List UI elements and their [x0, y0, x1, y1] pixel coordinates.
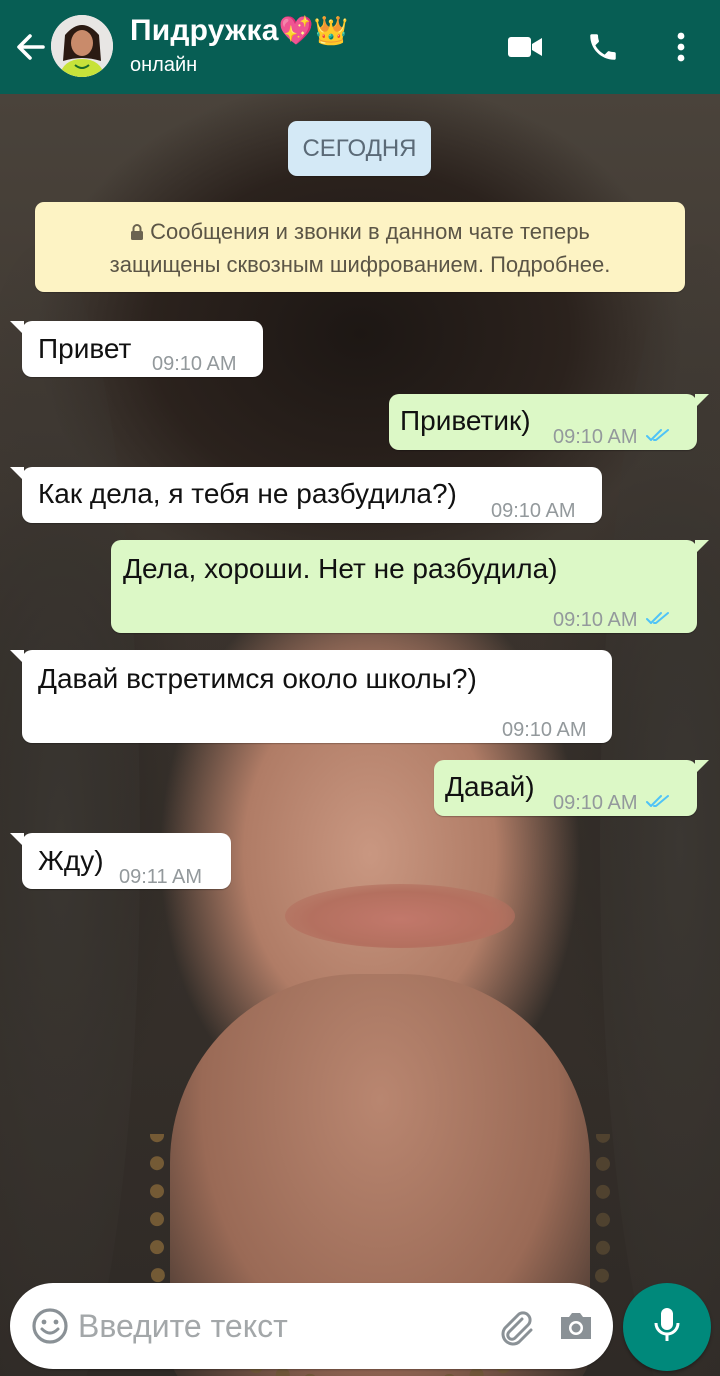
message-bubble-incoming[interactable]: Как дела, я тебя не разбудила?) 09:10 AM	[10, 467, 602, 523]
double-check-read-icon	[645, 786, 672, 820]
message-time: 09:10 AM	[152, 353, 237, 375]
message-bubble-incoming[interactable]: Привет 09:10 AM	[10, 321, 263, 377]
contact-avatar[interactable]	[51, 15, 113, 77]
contact-status: онлайн	[130, 54, 198, 76]
message-meta: 09:10 AM	[553, 786, 672, 820]
contact-name-emoji: 💖👑	[278, 14, 349, 47]
contact-title[interactable]: Пидружка💖👑 онлайн	[130, 12, 349, 78]
message-text: Приветик)	[400, 405, 531, 436]
message-time: 09:10 AM	[491, 500, 576, 522]
contact-name: Пидружка💖👑	[130, 14, 349, 47]
encryption-notice-line1: Сообщения и звонки в данном чате теперь	[150, 219, 590, 244]
message-text: Привет	[38, 333, 132, 364]
message-text: Давай)	[445, 771, 535, 802]
chat-header: Пидружка💖👑 онлайн	[0, 0, 720, 94]
message-bubble-outgoing[interactable]: Дела, хороши. Нет не разбудила) 09:10 AM	[111, 540, 709, 633]
microphone-icon	[652, 1305, 682, 1350]
message-bubble-outgoing[interactable]: Приветик) 09:10 AM	[389, 394, 709, 450]
message-meta: 09:10 AM	[553, 420, 672, 454]
attach-paperclip-icon[interactable]	[494, 1305, 536, 1347]
encryption-notice-line2: защищены сквозным шифрованием. Подробнее…	[109, 252, 611, 277]
microphone-button[interactable]	[623, 1283, 711, 1371]
message-text: Жду)	[38, 845, 104, 876]
message-meta: 09:10 AM	[553, 603, 672, 637]
message-text: Как дела, я тебя не разбудила?)	[38, 478, 457, 509]
message-input[interactable]	[78, 1303, 478, 1349]
emoji-icon[interactable]	[30, 1306, 70, 1346]
message-time: 09:11 AM	[119, 866, 203, 888]
message-bubble-incoming[interactable]: Давай встретимся около школы?) 09:10 AM	[10, 650, 612, 743]
message-text: Давай встретимся около школы?)	[38, 663, 477, 694]
message-bubble-incoming[interactable]: Жду) 09:11 AM	[10, 833, 231, 889]
back-arrow-icon[interactable]	[10, 27, 50, 67]
more-vertical-icon[interactable]	[659, 25, 703, 69]
message-time: 09:10 AM	[553, 609, 638, 631]
double-check-read-icon	[645, 603, 672, 637]
double-check-read-icon	[645, 420, 672, 454]
date-separator: СЕГОДНЯ	[288, 121, 431, 176]
message-bubble-outgoing[interactable]: Давай) 09:10 AM	[434, 760, 709, 816]
phone-icon[interactable]	[581, 25, 625, 69]
message-time: 09:10 AM	[553, 792, 638, 814]
message-time: 09:10 AM	[502, 719, 587, 741]
message-composer	[10, 1283, 613, 1369]
camera-icon[interactable]	[555, 1305, 597, 1347]
message-text: Дела, хороши. Нет не разбудила)	[123, 553, 558, 584]
video-call-icon[interactable]	[503, 25, 547, 69]
lock-icon	[130, 218, 144, 249]
message-time: 09:10 AM	[553, 426, 638, 448]
encryption-notice[interactable]: Сообщения и звонки в данном чате теперь …	[35, 202, 685, 292]
